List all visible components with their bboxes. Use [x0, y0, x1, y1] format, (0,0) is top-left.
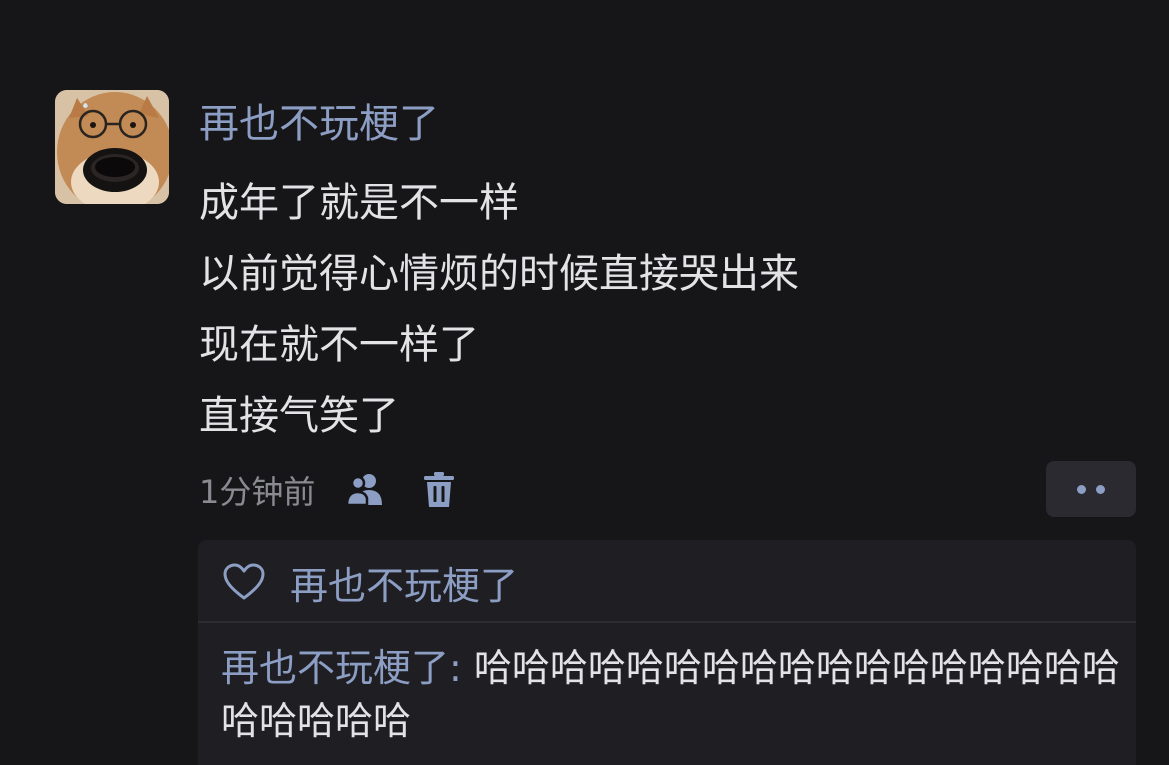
post-line: 成年了就是不一样: [199, 180, 519, 226]
more-dots-icon: [1077, 484, 1086, 494]
avatar[interactable]: [55, 90, 169, 204]
post-line: 直接气笑了: [199, 393, 399, 439]
shiba-dog-avatar-image: [55, 90, 169, 204]
post-line: 以前觉得心情烦的时候直接哭出来: [199, 251, 799, 297]
more-actions-button[interactable]: [1046, 461, 1136, 517]
interaction-panel: 再也不玩梗了 再也不玩梗了: 哈哈哈哈哈哈哈哈哈哈哈哈哈哈哈哈哈哈哈哈哈哈: [198, 540, 1136, 765]
trash-icon[interactable]: [417, 468, 461, 512]
friends-icon[interactable]: [343, 468, 387, 512]
divider: [198, 621, 1136, 623]
post-meta: 1分钟前: [199, 462, 461, 518]
post-text: 成年了就是不一样 以前觉得心情烦的时候直接哭出来 现在就不一样了 直接气笑了: [199, 168, 1139, 452]
like-user-name[interactable]: 再也不玩梗了: [290, 555, 518, 610]
comment-item[interactable]: 再也不玩梗了: 哈哈哈哈哈哈哈哈哈哈哈哈哈哈哈哈哈哈哈哈哈哈: [221, 642, 1121, 748]
post-line: 现在就不一样了: [199, 322, 479, 368]
comment-author[interactable]: 再也不玩梗了:: [221, 646, 462, 690]
moments-feed: 再也不玩梗了 成年了就是不一样 以前觉得心情烦的时候直接哭出来 现在就不一样了 …: [0, 0, 1169, 765]
heart-icon: [220, 558, 268, 606]
likes-row: 再也不玩梗了: [220, 556, 518, 608]
post-timestamp: 1分钟前: [199, 473, 316, 511]
post-author-name[interactable]: 再也不玩梗了: [199, 96, 439, 152]
more-dots-icon: [1096, 484, 1105, 494]
